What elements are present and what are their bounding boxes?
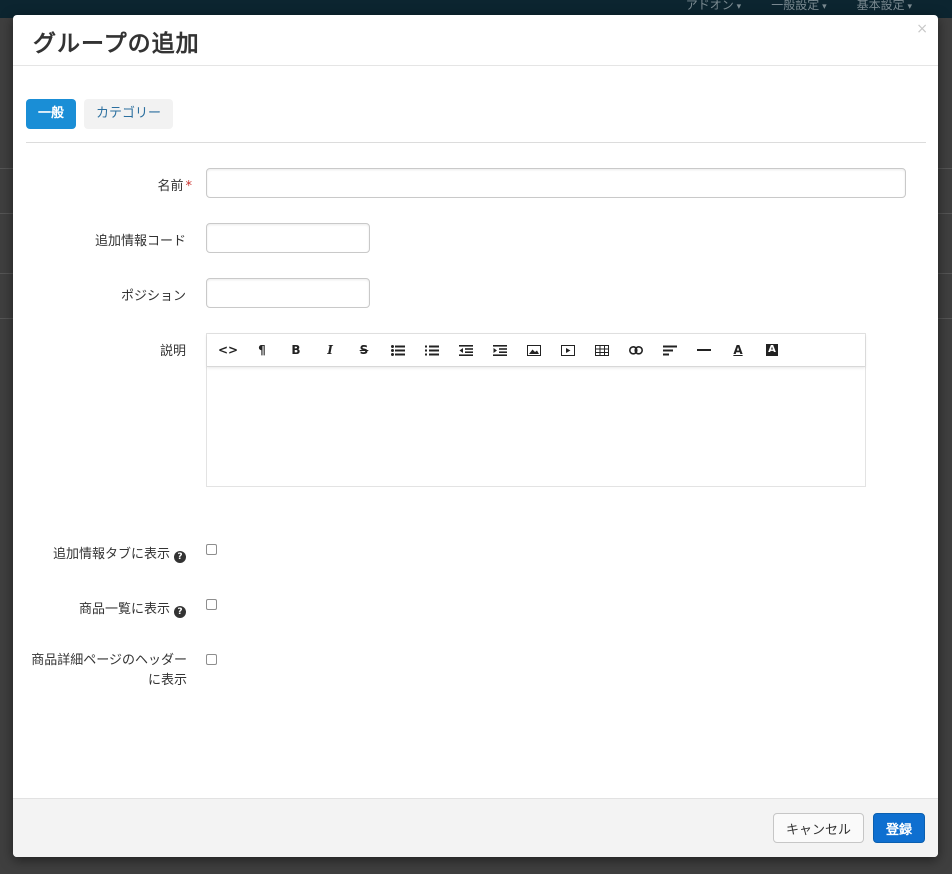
video-icon[interactable] <box>551 334 585 367</box>
show-list-checkbox[interactable] <box>206 599 217 610</box>
help-icon[interactable]: ? <box>174 606 186 618</box>
cancel-button[interactable]: キャンセル <box>773 813 864 843</box>
close-icon[interactable]: × <box>916 21 928 37</box>
horizontal-rule-icon[interactable] <box>687 334 721 367</box>
name-label-text: 名前 <box>157 179 184 194</box>
dialog-tabs: 一般 カテゴリー <box>26 99 174 129</box>
paragraph-icon[interactable]: ¶ <box>245 334 279 367</box>
outdent-icon[interactable] <box>449 334 483 367</box>
dialog-title: グループの追加 <box>33 31 200 57</box>
tab-general[interactable]: 一般 <box>26 99 77 129</box>
editor-toolbar: <> ¶ B I S A A <box>207 334 865 367</box>
show-tab-label-text: 追加情報タブに表示 <box>52 547 170 562</box>
show-tab-checkbox[interactable] <box>206 544 217 555</box>
show-header-label: 商品詳細ページのヘッダーに表示 <box>31 653 187 688</box>
tab-categories[interactable]: カテゴリー <box>84 99 174 129</box>
show-list-label-text: 商品一覧に表示 <box>78 602 170 617</box>
image-icon[interactable] <box>517 334 551 367</box>
italic-icon[interactable]: I <box>313 334 347 367</box>
ordered-list-icon[interactable] <box>415 334 449 367</box>
show-list-label: 商品一覧に表示? <box>26 598 186 618</box>
name-input[interactable] <box>206 168 906 198</box>
tab-divider <box>26 142 926 143</box>
description-editor-body[interactable] <box>207 368 865 486</box>
table-icon[interactable] <box>585 334 619 367</box>
link-icon[interactable] <box>619 334 653 367</box>
strikethrough-icon[interactable]: S <box>347 334 381 367</box>
position-input[interactable] <box>206 278 370 308</box>
dialog-header: グループの追加 × <box>13 15 938 66</box>
description-label: 説明 <box>159 344 186 359</box>
extra-code-label: 追加情報コード <box>94 234 186 249</box>
show-header-checkbox[interactable] <box>206 654 217 665</box>
code-view-icon[interactable]: <> <box>211 334 245 367</box>
background-nav: アドオン 一般設定 基本設定 <box>686 0 912 12</box>
unordered-list-icon[interactable] <box>381 334 415 367</box>
align-icon[interactable] <box>653 334 687 367</box>
extra-code-input[interactable] <box>206 223 370 253</box>
required-mark: * <box>185 179 193 194</box>
dialog-footer: キャンセル 登録 <box>13 798 938 857</box>
bold-icon[interactable]: B <box>279 334 313 367</box>
background-nav-item: アドオン <box>686 0 741 12</box>
name-label: 名前 * <box>32 175 192 194</box>
background-nav-item: 基本設定 <box>857 0 912 12</box>
font-color-icon[interactable]: A <box>721 334 755 367</box>
help-icon[interactable]: ? <box>174 551 186 563</box>
save-button[interactable]: 登録 <box>873 813 925 843</box>
show-tab-label: 追加情報タブに表示? <box>26 543 186 563</box>
add-group-dialog: グループの追加 × 一般 カテゴリー 名前 * 追加情報コード ポジション 説明 … <box>13 15 938 857</box>
indent-icon[interactable] <box>483 334 517 367</box>
description-editor: <> ¶ B I S A A <box>206 333 866 487</box>
background-color-icon[interactable]: A <box>755 334 789 367</box>
position-label: ポジション <box>120 289 186 304</box>
background-nav-item: 一般設定 <box>771 0 826 12</box>
